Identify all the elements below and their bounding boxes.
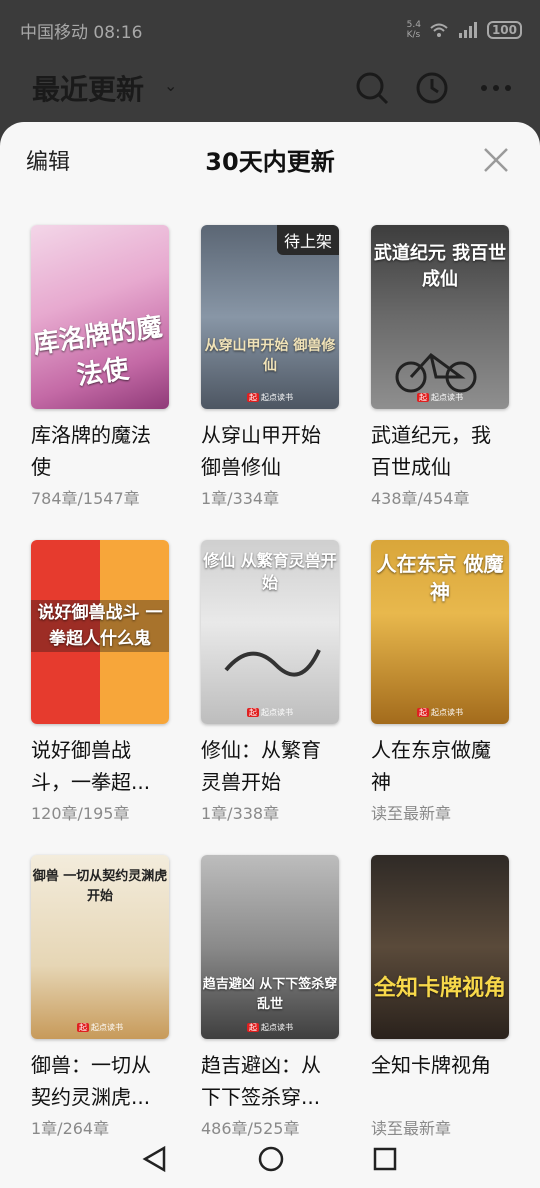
book-card[interactable]: 武道纪元 我百世成仙 起起点读书 武道纪元，我百世成仙 438章/454章: [371, 225, 509, 540]
cover-title: 从穿山甲开始 御兽修仙: [204, 338, 336, 374]
book-title: 武道纪元，我百世成仙: [371, 423, 491, 479]
book-progress: 1章/334章: [201, 489, 280, 508]
book-cover[interactable]: 全知卡牌视角: [371, 855, 509, 1039]
dragon-illustration: [224, 649, 321, 677]
book-progress: 438章/454章: [371, 489, 470, 508]
book-title: 全知卡牌视角: [371, 1053, 491, 1077]
book-cover[interactable]: 人在东京 做魔神 起起点读书: [371, 540, 509, 724]
book-card[interactable]: 全知卡牌视角 全知卡牌视角 读至最新章: [371, 855, 509, 1170]
cover-title: 御兽 一切从契约灵渊虎开始: [32, 869, 168, 904]
book-title: 说好御兽战斗，一拳超...: [31, 738, 151, 794]
status-bar: 中国移动 08:16 5.4 K/s 100: [0, 0, 540, 60]
search-icon: [356, 72, 389, 105]
book-title: 修仙：从繁育灵兽开始: [201, 738, 321, 794]
book-title: 库洛牌的魔法使: [31, 423, 151, 479]
pending-tag: 待上架: [276, 225, 339, 255]
book-cover[interactable]: 待上架 从穿山甲开始 御兽修仙 起起点读书: [201, 225, 339, 409]
book-cover[interactable]: 趋吉避凶 从下下签杀穿乱世 起起点读书: [201, 855, 339, 1039]
cover-title: 修仙 从繁育灵兽开始: [203, 551, 337, 592]
book-progress: 读至最新章: [371, 804, 452, 823]
book-card[interactable]: 趋吉避凶 从下下签杀穿乱世 起起点读书 趋吉避凶：从下下签杀穿... 486章/…: [201, 855, 339, 1170]
book-title: 趋吉避凶：从下下签杀穿...: [201, 1053, 321, 1109]
cover-title: 武道纪元 我百世成仙: [373, 243, 507, 290]
background-app: 中国移动 08:16 5.4 K/s 100 最近更新 ⌄: [0, 0, 540, 140]
sheet-title: 30天内更新: [205, 148, 335, 176]
book-card[interactable]: 修仙 从繁育灵兽开始 起起点读书 修仙：从繁育灵兽开始 1章/338章: [201, 540, 339, 855]
back-icon[interactable]: [140, 1144, 170, 1174]
book-card[interactable]: 人在东京 做魔神 起起点读书 人在东京做魔神 读至最新章: [371, 540, 509, 855]
book-card[interactable]: 待上架 从穿山甲开始 御兽修仙 起起点读书 从穿山甲开始御兽修仙 1章/334章: [201, 225, 339, 540]
book-cover[interactable]: 武道纪元 我百世成仙 起起点读书: [371, 225, 509, 409]
book-title: 人在东京做魔神: [371, 738, 491, 794]
status-icons: 5.4 K/s 100: [407, 20, 522, 40]
publisher-badge: 起起点读书: [77, 1023, 123, 1032]
book-grid: 库洛牌的魔法使 库洛牌的魔法使 784章/1547章 待上架 从穿山甲开始 御兽…: [31, 225, 509, 1170]
wifi-icon: [430, 23, 448, 37]
signal-icon: [458, 22, 477, 38]
book-title: 从穿山甲开始御兽修仙: [201, 423, 321, 479]
publisher-badge: 起起点读书: [247, 393, 293, 402]
book-cover[interactable]: 说好御兽战斗 一拳超人什么鬼: [31, 540, 169, 724]
background-page-title: 最近更新: [32, 73, 145, 106]
publisher-badge: 起起点读书: [417, 708, 463, 717]
publisher-badge: 起起点读书: [417, 393, 463, 402]
more-icon: [481, 85, 511, 91]
book-progress: 1章/338章: [201, 804, 280, 823]
cover-title: 库洛牌的魔法使: [31, 312, 165, 392]
publisher-badge: 起起点读书: [247, 708, 293, 717]
chevron-down-icon: ⌄: [164, 76, 178, 95]
battery-indicator: 100: [486, 21, 522, 39]
network-speed: 5.4 K/s: [406, 20, 421, 40]
sheet-header: 编辑 30天内更新: [0, 122, 540, 198]
book-cover[interactable]: 修仙 从繁育灵兽开始 起起点读书: [201, 540, 339, 724]
cover-title: 全知卡牌视角: [373, 976, 506, 1001]
updates-sheet: 编辑 30天内更新 库洛牌的魔法使 库洛牌的魔法使 784章/1547章 待上架…: [0, 122, 540, 1188]
home-icon[interactable]: [256, 1144, 286, 1174]
publisher-badge: 起起点读书: [247, 1023, 293, 1032]
close-icon[interactable]: [482, 146, 510, 174]
book-cover[interactable]: 御兽 一切从契约灵渊虎开始 起起点读书: [31, 855, 169, 1039]
history-icon: [416, 72, 448, 104]
book-progress: 784章/1547章: [31, 489, 140, 508]
book-progress: 120章/195章: [31, 804, 130, 823]
book-cover[interactable]: 库洛牌的魔法使: [31, 225, 169, 409]
book-title: 御兽：一切从契约灵渊虎...: [31, 1053, 151, 1109]
bicycle-illustration: [395, 352, 477, 393]
recents-icon[interactable]: [370, 1144, 400, 1174]
book-card[interactable]: 说好御兽战斗 一拳超人什么鬼 说好御兽战斗，一拳超... 120章/195章: [31, 540, 169, 855]
cover-title: 说好御兽战斗 一拳超人什么鬼: [31, 600, 169, 652]
book-card[interactable]: 御兽 一切从契约灵渊虎开始 起起点读书 御兽：一切从契约灵渊虎... 1章/26…: [31, 855, 169, 1170]
cover-title: 人在东京 做魔神: [376, 552, 504, 604]
system-nav-bar: [0, 1128, 540, 1188]
cover-title: 趋吉避凶 从下下签杀穿乱世: [202, 977, 338, 1012]
carrier-time: 中国移动 08:16: [20, 23, 143, 43]
book-card[interactable]: 库洛牌的魔法使 库洛牌的魔法使 784章/1547章: [31, 225, 169, 540]
